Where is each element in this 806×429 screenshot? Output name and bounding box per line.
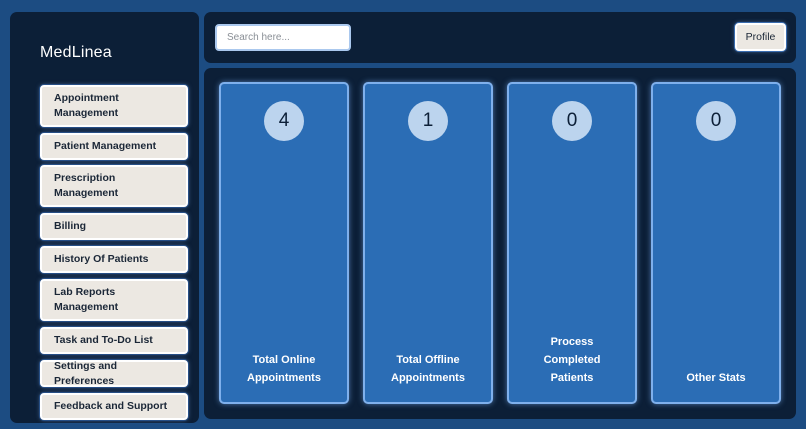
stat-label: Other Stats — [686, 372, 746, 384]
sidebar-item-settings-and-preferences[interactable]: Settings and Preferences — [40, 360, 188, 387]
sidebar-item-appointment-management[interactable]: Appointment Management — [40, 85, 188, 127]
stat-value: 4 — [264, 101, 304, 141]
stat-card-offline-appointments[interactable]: 1 Total Offline Appointments — [363, 82, 493, 404]
sidebar-item-patient-management[interactable]: Patient Management — [40, 133, 188, 160]
stat-value: 1 — [408, 101, 448, 141]
brand-logo: MedLinea — [40, 44, 112, 61]
sidebar-item-billing[interactable]: Billing — [40, 213, 188, 240]
profile-button[interactable]: Profile — [735, 23, 786, 51]
stat-value: 0 — [696, 101, 736, 141]
sidebar-item-feedback-and-support[interactable]: Feedback and Support — [40, 393, 188, 420]
stat-label: Total Online Appointments — [247, 354, 321, 384]
stat-card-online-appointments[interactable]: 4 Total Online Appointments — [219, 82, 349, 404]
sidebar-item-task-and-todo-list[interactable]: Task and To-Do List — [40, 327, 188, 354]
stat-label: Total Offline Appointments — [391, 354, 465, 384]
stat-value: 0 — [552, 101, 592, 141]
stat-card-other-stats[interactable]: 0 Other Stats — [651, 82, 781, 404]
dashboard-panel: 4 Total Online Appointments 1 Total Offl… — [204, 68, 796, 419]
app-window: MedLinea Appointment Management Patient … — [0, 0, 806, 429]
sidebar-item-history-of-patients[interactable]: History Of Patients — [40, 246, 188, 273]
sidebar-item-lab-reports-management[interactable]: Lab Reports Management — [40, 279, 188, 321]
stat-card-process-completed[interactable]: 0 Process Completed Patients — [507, 82, 637, 404]
sidebar: MedLinea Appointment Management Patient … — [10, 12, 199, 423]
search-input[interactable] — [215, 24, 351, 51]
stat-label: Process Completed Patients — [543, 336, 601, 384]
top-bar: Profile — [204, 12, 796, 63]
sidebar-item-prescription-management[interactable]: Prescription Management — [40, 165, 188, 207]
